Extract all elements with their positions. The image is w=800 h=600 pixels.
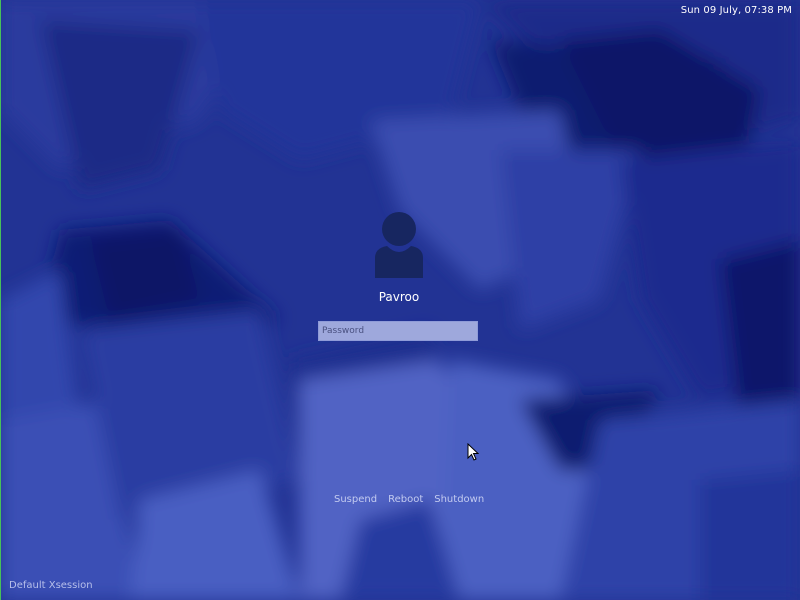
password-input[interactable]	[318, 321, 478, 341]
session-selector[interactable]: Default Xsession	[9, 580, 93, 591]
mouse-pointer-icon	[467, 443, 479, 461]
reboot-button[interactable]: Reboot	[388, 494, 423, 505]
clock-label: Sun 09 July, 07:38 PM	[680, 5, 792, 16]
suspend-button[interactable]: Suspend	[334, 494, 377, 505]
power-options: Suspend Reboot Shutdown	[334, 494, 484, 505]
username-label: Pavroo	[378, 290, 420, 304]
user-icon	[375, 212, 423, 278]
shutdown-button[interactable]: Shutdown	[434, 494, 484, 505]
